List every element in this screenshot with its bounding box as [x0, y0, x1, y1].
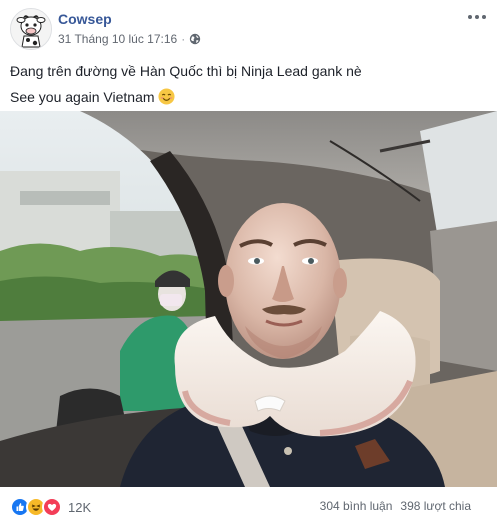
shares-count[interactable]: 398 lượt chia [400, 499, 471, 513]
author-name[interactable]: Cowsep [58, 11, 112, 27]
reaction-count[interactable]: 12K [68, 500, 91, 515]
post-meta: 31 Tháng 10 lúc 17:16 · [58, 32, 201, 46]
smiling-face-emoji-icon [157, 87, 175, 113]
post-text-line-1: Đang trên đường về Hàn Quốc thì bị Ninja… [10, 63, 362, 79]
post-text-line-2-text: See you again Vietnam [10, 89, 155, 105]
post-text-line-2: See you again Vietnam [10, 84, 490, 113]
post-timestamp[interactable]: 31 Tháng 10 lúc 17:16 [58, 32, 177, 46]
post-footer: 12K 304 bình luận 398 lượt chia [0, 487, 497, 519]
author-avatar[interactable] [10, 8, 52, 50]
facebook-post: Cowsep 31 Tháng 10 lúc 17:16 · Đang trên… [0, 0, 497, 519]
love-icon [42, 497, 62, 517]
reactions-summary[interactable]: 12K [10, 497, 91, 517]
meta-separator: · [181, 32, 186, 46]
comments-count[interactable]: 304 bình luận [320, 499, 393, 513]
post-photo[interactable] [0, 111, 497, 487]
globe-icon[interactable] [189, 33, 201, 45]
post-body: Đang trên đường về Hàn Quốc thì bị Ninja… [10, 58, 490, 113]
engagement-stats: 304 bình luận 398 lượt chia [320, 499, 471, 513]
more-options-icon[interactable] [467, 10, 487, 24]
